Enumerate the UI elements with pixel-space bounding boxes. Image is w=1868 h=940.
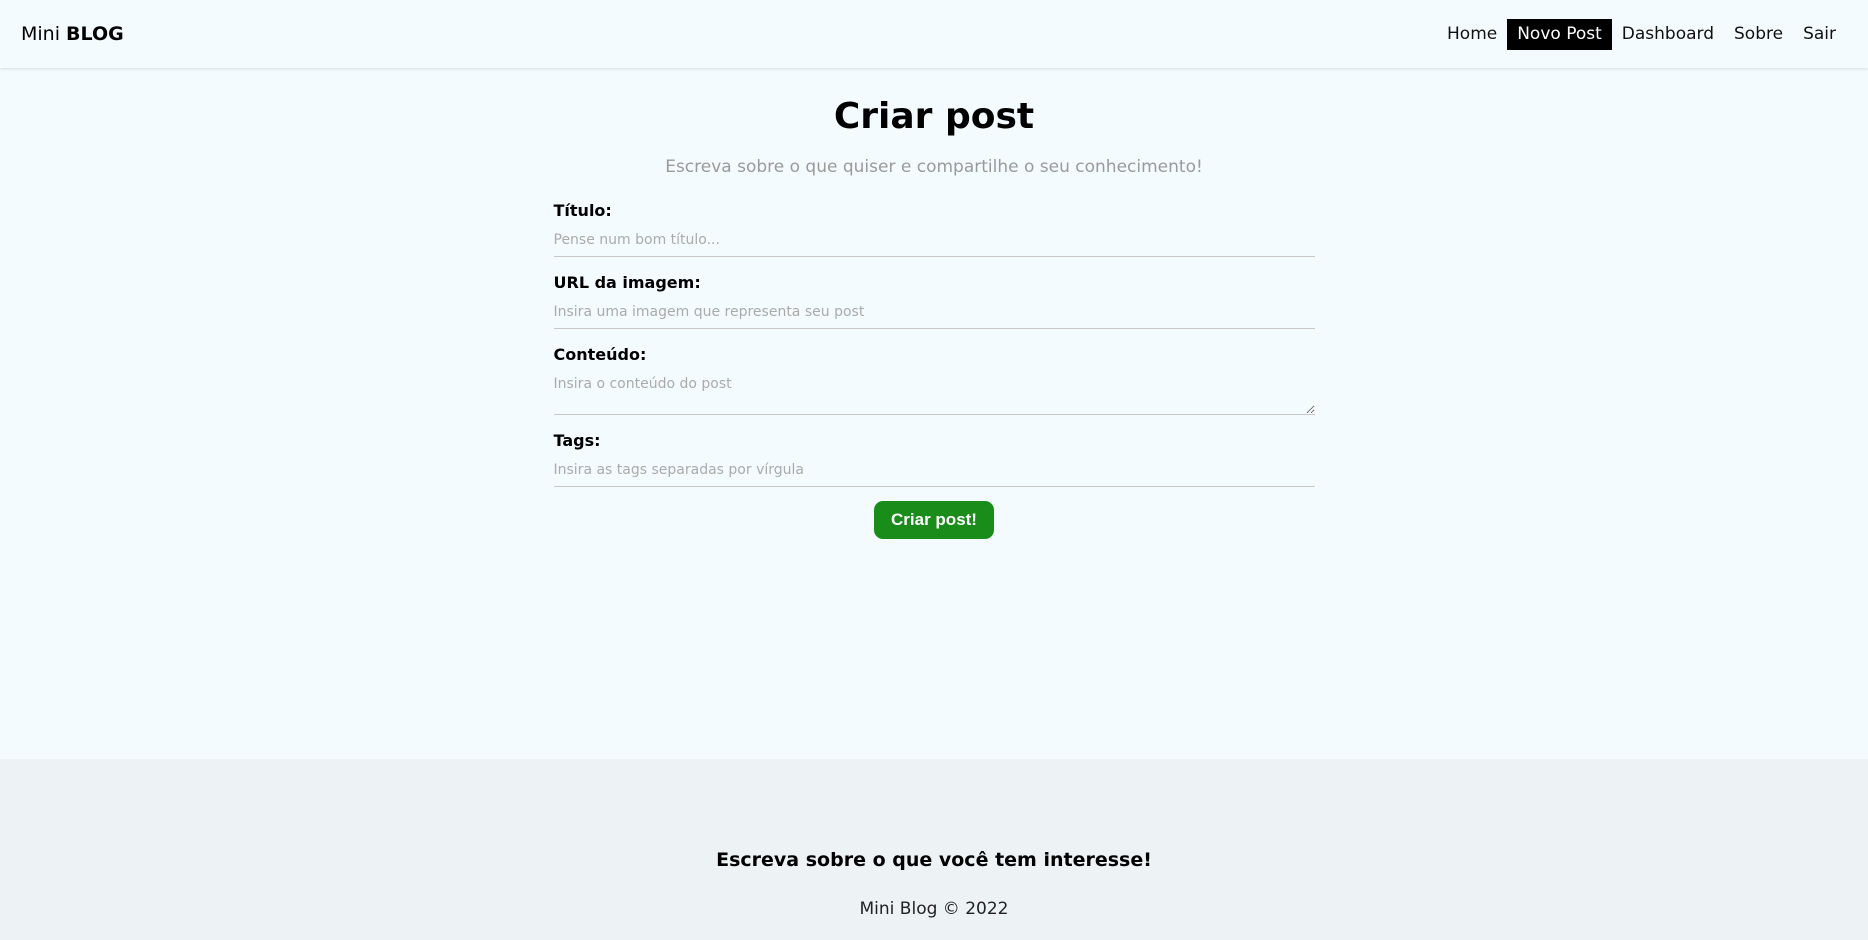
nav-link-sair[interactable]: Sair [1793, 19, 1846, 50]
title-input[interactable] [553, 220, 1315, 257]
nav-link-sobre[interactable]: Sobre [1724, 19, 1793, 50]
brand-strong: BLOG [66, 23, 124, 45]
page-title: Criar post [833, 96, 1035, 137]
create-post-form: Título: URL da imagem: Conteúdo: Tags: C… [553, 201, 1315, 539]
title-field: Título: [553, 201, 1315, 257]
footer-headline: Escreva sobre o que você tem interesse! [716, 849, 1152, 871]
page-subtitle: Escreva sobre o que quiser e compartilhe… [665, 157, 1203, 177]
nav-link-dashboard[interactable]: Dashboard [1612, 19, 1724, 50]
main-content: Criar post Escreva sobre o que quiser e … [0, 68, 1868, 759]
footer: Escreva sobre o que você tem interesse! … [0, 759, 1868, 940]
brand-logo[interactable]: Mini BLOG [21, 23, 124, 45]
brand-prefix: Mini [21, 23, 60, 45]
footer-copyright: Mini Blog © 2022 [859, 899, 1009, 919]
submit-row: Criar post! [554, 501, 1315, 539]
image-url-input[interactable] [553, 292, 1315, 329]
title-label: Título: [553, 201, 612, 220]
create-post-button[interactable]: Criar post! [874, 501, 994, 539]
content-textarea[interactable] [553, 364, 1315, 415]
tags-field: Tags: [553, 431, 1315, 487]
navbar: Mini BLOG Home Novo Post Dashboard Sobre… [0, 0, 1868, 68]
nav-link-novo-post[interactable]: Novo Post [1507, 18, 1612, 50]
tags-label: Tags: [553, 431, 601, 450]
image-url-field: URL da imagem: [553, 273, 1315, 329]
nav-links: Home Novo Post Dashboard Sobre Sair [1437, 18, 1846, 50]
tags-input[interactable] [553, 450, 1315, 487]
image-url-label: URL da imagem: [553, 273, 701, 292]
content-label: Conteúdo: [553, 345, 647, 364]
nav-link-home[interactable]: Home [1437, 19, 1507, 50]
content-field: Conteúdo: [553, 345, 1315, 415]
